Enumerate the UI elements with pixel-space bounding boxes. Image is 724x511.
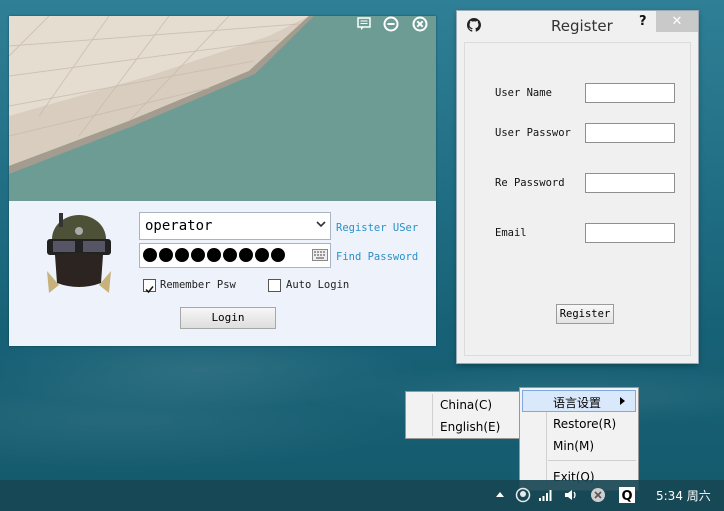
email-field[interactable]: [585, 223, 675, 243]
user-password-label: User Passwor: [495, 127, 571, 139]
avatar: [47, 213, 111, 293]
network-signal-icon[interactable]: [538, 487, 554, 503]
login-window: operator Register USer Find Password Rem…: [9, 16, 436, 346]
password-dot: [239, 248, 253, 262]
auto-login-label: Auto Login: [286, 279, 350, 291]
password-dot: [255, 248, 269, 262]
keyboard-icon[interactable]: [312, 249, 328, 261]
menu-item-min[interactable]: Min(M): [553, 439, 594, 453]
tray-context-menu: 语言设置 Restore(R) Min(M) Exit(Q): [519, 387, 639, 491]
menu-gutter: [432, 394, 433, 436]
chat-icon[interactable]: [356, 16, 372, 32]
minimize-icon[interactable]: [383, 16, 399, 32]
help-button[interactable]: ?: [639, 14, 647, 29]
show-hidden-icons-icon[interactable]: [492, 487, 508, 503]
username-combobox[interactable]: operator: [139, 212, 331, 240]
remember-password-label: Remember Psw: [160, 279, 236, 291]
user-name-label: User Name: [495, 87, 552, 99]
menu-item-restore[interactable]: Restore(R): [553, 417, 616, 431]
re-password-field[interactable]: [585, 173, 675, 193]
password-dot: [191, 248, 205, 262]
user-password-field[interactable]: [585, 123, 675, 143]
login-banner-image: [9, 16, 436, 201]
svg-text:Q: Q: [621, 489, 632, 503]
clock: 5:34 周六: [656, 489, 711, 503]
login-button[interactable]: Login: [180, 307, 276, 329]
github-icon: [467, 18, 481, 32]
password-dot: [175, 248, 189, 262]
language-submenu: China(C) English(E): [405, 391, 524, 439]
user-name-field[interactable]: [585, 83, 675, 103]
menu-separator: [548, 460, 636, 461]
register-window: Register ? ✕ User Name User Passwor Re P…: [457, 11, 698, 363]
auto-login-checkbox[interactable]: [268, 279, 281, 292]
github-tray-icon[interactable]: [515, 487, 531, 503]
register-title: Register: [551, 17, 613, 35]
menu-item-china[interactable]: China(C): [440, 398, 492, 412]
submenu-arrow-icon: [620, 397, 625, 405]
password-dot: [223, 248, 237, 262]
password-dot: [207, 248, 221, 262]
username-value: operator: [145, 218, 213, 234]
password-dot: [271, 248, 285, 262]
app-close-tray-icon[interactable]: [590, 487, 606, 503]
login-form-area: operator Register USer Find Password Rem…: [9, 201, 436, 346]
register-submit-button[interactable]: Register: [556, 304, 614, 324]
volume-icon[interactable]: [563, 487, 579, 503]
close-icon[interactable]: [412, 16, 428, 32]
taskbar: Q 5:34 周六: [0, 480, 724, 511]
password-dots: [143, 248, 285, 262]
checkmark-icon: [145, 286, 154, 294]
qq-tray-icon[interactable]: Q: [619, 487, 635, 503]
password-dot: [143, 248, 157, 262]
re-password-label: Re Password: [495, 177, 565, 189]
register-close-button[interactable]: ✕: [656, 11, 698, 32]
menu-item-language-settings[interactable]: 语言设置: [553, 394, 601, 411]
find-password-link[interactable]: Find Password: [336, 251, 418, 263]
password-dot: [159, 248, 173, 262]
password-field[interactable]: [139, 243, 331, 268]
menu-item-english[interactable]: English(E): [440, 420, 500, 434]
register-user-link[interactable]: Register USer: [336, 222, 418, 234]
register-form: User Name User Passwor Re Password Email…: [464, 42, 691, 356]
email-label: Email: [495, 227, 527, 239]
chevron-down-icon[interactable]: [316, 221, 326, 228]
remember-password-checkbox[interactable]: [143, 279, 156, 294]
